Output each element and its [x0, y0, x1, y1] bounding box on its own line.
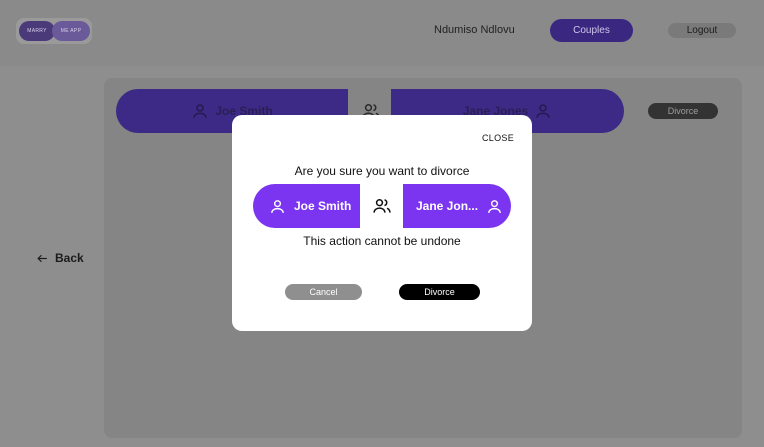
- partner-right-name: Jane Jon...: [416, 199, 479, 213]
- partner-left-name: Joe Smith: [294, 199, 352, 213]
- person-icon: [486, 198, 503, 215]
- divorce-button-background[interactable]: Divorce: [648, 103, 718, 119]
- logo-right-pill: ME APP: [52, 21, 90, 41]
- app-logo[interactable]: MARRY ME APP: [16, 18, 92, 44]
- back-link[interactable]: Back: [36, 251, 84, 265]
- partner-right: Jane Jon...: [403, 184, 511, 228]
- couple-card: Joe Smith Jane Jon...: [253, 184, 511, 228]
- partner-left: Joe Smith: [253, 184, 360, 228]
- person-icon: [269, 198, 286, 215]
- arrow-left-icon: [36, 252, 49, 265]
- cancel-button[interactable]: Cancel: [285, 284, 362, 300]
- confirm-question: Are you sure you want to divorce: [294, 164, 470, 178]
- person-icon: [191, 102, 209, 120]
- logo-left-pill: MARRY: [19, 21, 55, 41]
- users-icon: [372, 196, 392, 216]
- divorce-confirm-modal: CLOSE Are you sure you want to divorce J…: [232, 115, 532, 331]
- user-name: Ndumiso Ndlovu: [434, 24, 515, 36]
- couples-button[interactable]: Couples: [550, 19, 633, 42]
- warning-text: This action cannot be undone: [303, 234, 461, 248]
- close-button[interactable]: CLOSE: [482, 133, 514, 143]
- back-label: Back: [55, 251, 84, 265]
- logout-button[interactable]: Logout: [668, 23, 736, 38]
- divorce-button[interactable]: Divorce: [399, 284, 480, 300]
- app-header: MARRY ME APP Ndumiso Ndlovu Couples Logo…: [0, 0, 764, 66]
- person-icon: [534, 102, 552, 120]
